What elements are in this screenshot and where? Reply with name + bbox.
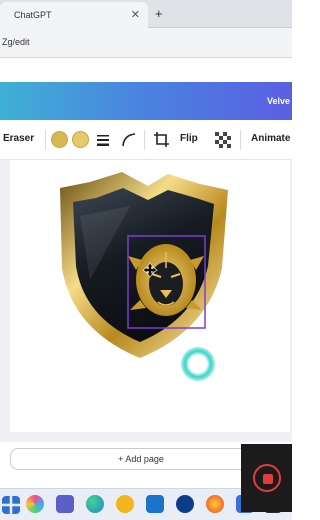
new-tab-button[interactable]: + bbox=[155, 6, 163, 21]
firefox-icon[interactable] bbox=[206, 495, 224, 513]
header-title[interactable]: Velve bbox=[267, 96, 290, 106]
color-swatch-2[interactable] bbox=[72, 131, 89, 148]
editor-header: Velve bbox=[0, 82, 292, 120]
close-icon[interactable]: ✕ bbox=[131, 8, 140, 21]
tab-chatgpt[interactable]: ChatGPT ✕ bbox=[0, 2, 148, 28]
page-gap bbox=[0, 58, 292, 82]
eraser-button[interactable]: Eraser bbox=[3, 133, 34, 144]
windows-start-icon[interactable] bbox=[2, 496, 20, 514]
curve-icon[interactable] bbox=[121, 132, 137, 148]
browser-tab-bar: ChatGPT ✕ + bbox=[0, 0, 292, 28]
flip-button[interactable]: Flip bbox=[180, 133, 198, 144]
add-page-button[interactable]: + Add page bbox=[10, 448, 272, 470]
canvas-area bbox=[0, 160, 292, 442]
divider bbox=[144, 130, 145, 150]
edge-icon[interactable] bbox=[86, 495, 104, 513]
editor-toolbar: Eraser Flip Animate bbox=[0, 120, 292, 160]
stop-icon bbox=[263, 474, 273, 484]
record-stop-button[interactable] bbox=[253, 464, 281, 492]
tab-title: ChatGPT bbox=[14, 10, 52, 20]
copilot-icon[interactable] bbox=[26, 495, 44, 513]
hp-icon[interactable] bbox=[176, 495, 194, 513]
color-swatch-1[interactable] bbox=[51, 131, 68, 148]
divider bbox=[240, 130, 241, 150]
store-icon[interactable] bbox=[146, 495, 164, 513]
url-text[interactable]: Zg/edit bbox=[2, 37, 30, 47]
crop-icon[interactable] bbox=[154, 132, 169, 147]
divider bbox=[45, 130, 46, 150]
shield-lion-logo[interactable] bbox=[10, 160, 290, 432]
animate-button[interactable]: Animate bbox=[251, 133, 290, 144]
design-page[interactable] bbox=[10, 160, 290, 432]
line-weight-icon[interactable] bbox=[96, 133, 110, 147]
screen-recorder bbox=[241, 444, 292, 512]
address-bar[interactable]: Zg/edit bbox=[0, 28, 292, 58]
transparency-icon[interactable] bbox=[215, 132, 231, 148]
teams-icon[interactable] bbox=[56, 495, 74, 513]
chrome-icon[interactable] bbox=[116, 495, 134, 513]
